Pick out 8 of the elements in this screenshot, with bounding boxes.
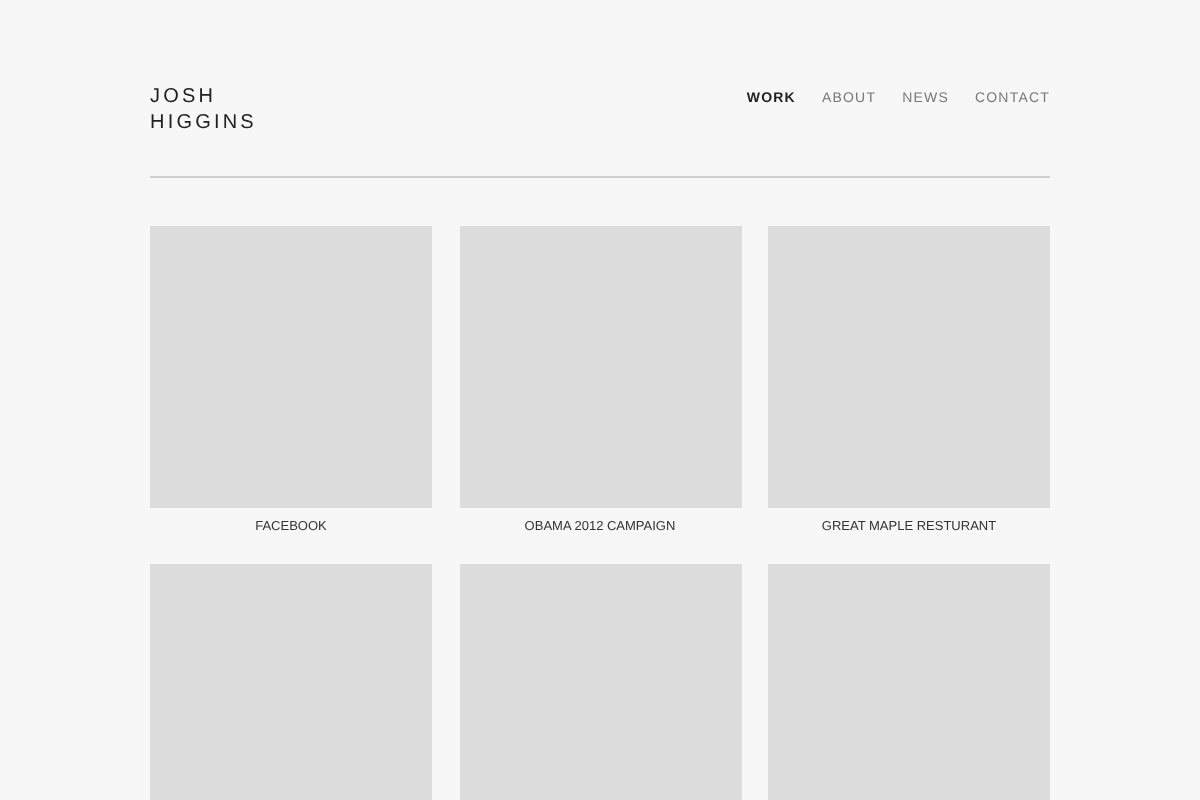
image-placeholder[interactable] xyxy=(459,226,741,508)
logo-text[interactable]: JOSH xyxy=(150,84,217,110)
image-placeholder[interactable] xyxy=(150,226,432,508)
logo-text[interactable]: HIGGINS xyxy=(150,110,257,136)
image-placeholder[interactable] xyxy=(768,226,1050,508)
image-placeholder[interactable] xyxy=(459,564,741,800)
image-placeholder[interactable] xyxy=(150,564,432,800)
image-placeholder[interactable] xyxy=(768,564,1050,800)
